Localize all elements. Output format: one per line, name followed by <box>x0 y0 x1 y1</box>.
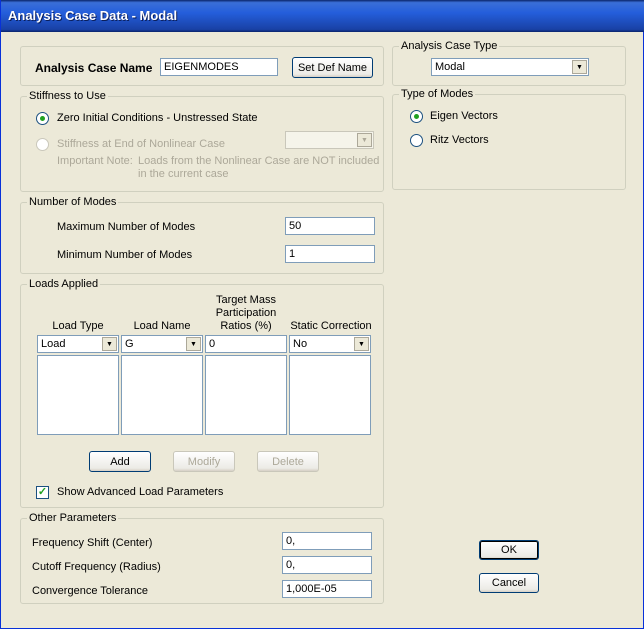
type-modes-group: Type of Modes Eigen Vectors Ritz Vectors <box>392 88 626 190</box>
load-type-combo[interactable]: Load ▼ <box>37 335 119 353</box>
freq-shift-input[interactable]: 0, <box>282 532 372 550</box>
title-bar[interactable]: Analysis Case Data - Modal <box>1 0 644 32</box>
col-load-type: Load Type <box>52 320 104 332</box>
load-type-value: Load <box>41 338 66 350</box>
load-name-combo[interactable]: G ▼ <box>121 335 203 353</box>
important-note-label: Important Note: <box>57 155 133 167</box>
static-correction-combo[interactable]: No ▼ <box>289 335 371 353</box>
case-type-group: Analysis Case Type Modal ▼ <box>392 40 626 86</box>
nonlinear-stiffness-radio[interactable] <box>36 138 49 151</box>
static-correction-list[interactable] <box>289 355 371 435</box>
other-params-group: Other Parameters Frequency Shift (Center… <box>20 512 384 604</box>
zero-initial-radio[interactable] <box>36 112 49 125</box>
target-mass-list[interactable] <box>205 355 287 435</box>
col-target-mass-line1: Target Mass <box>216 294 276 306</box>
cancel-button[interactable]: Cancel <box>479 573 539 593</box>
loads-group: Loads Applied Load Type Load Name Target… <box>20 278 384 508</box>
add-button[interactable]: Add <box>89 451 151 472</box>
load-type-list[interactable] <box>37 355 119 435</box>
nonlinear-stiffness-label[interactable]: Stiffness at End of Nonlinear Case <box>57 138 225 150</box>
convergence-tol-label: Convergence Tolerance <box>32 585 148 597</box>
important-note-line1: Loads from the Nonlinear Case are NOT in… <box>138 155 380 167</box>
zero-initial-label[interactable]: Zero Initial Conditions - Unstressed Sta… <box>57 112 258 124</box>
case-type-value: Modal <box>435 61 465 73</box>
chevron-down-icon: ▼ <box>572 60 587 74</box>
ok-button[interactable]: OK <box>479 540 539 560</box>
min-modes-input[interactable]: 1 <box>285 245 375 263</box>
cutoff-freq-label: Cutoff Frequency (Radius) <box>32 561 161 573</box>
modes-group: Number of Modes Maximum Number of Modes … <box>20 196 384 274</box>
convergence-tol-input[interactable]: 1,000E-05 <box>282 580 372 598</box>
eigen-vectors-radio[interactable] <box>410 110 423 123</box>
max-modes-input[interactable]: 50 <box>285 217 375 235</box>
modify-button[interactable]: Modify <box>173 451 235 472</box>
show-advanced-label[interactable]: Show Advanced Load Parameters <box>57 486 223 498</box>
ritz-vectors-label[interactable]: Ritz Vectors <box>430 134 489 146</box>
set-def-name-button[interactable]: Set Def Name <box>292 57 373 78</box>
case-type-title: Analysis Case Type <box>399 40 500 52</box>
chevron-down-icon: ▼ <box>102 337 117 351</box>
load-name-value: G <box>125 338 134 350</box>
min-modes-label: Minimum Number of Modes <box>57 249 193 261</box>
loads-title: Loads Applied <box>27 278 101 290</box>
dialog-body: Analysis Case Name EIGENMODES Set Def Na… <box>5 32 639 624</box>
load-name-list[interactable] <box>121 355 203 435</box>
static-correction-value: No <box>293 338 308 350</box>
nonlinear-case-combo[interactable]: ▼ <box>285 131 374 149</box>
eigen-vectors-label[interactable]: Eigen Vectors <box>430 110 498 122</box>
cutoff-freq-input[interactable]: 0, <box>282 556 372 574</box>
case-name-label: Analysis Case Name <box>35 61 153 75</box>
case-type-combo[interactable]: Modal ▼ <box>431 58 589 76</box>
col-load-name: Load Name <box>133 320 191 332</box>
modes-title: Number of Modes <box>27 196 119 208</box>
case-name-input[interactable]: EIGENMODES <box>160 58 278 76</box>
col-target-mass-line2: Participation <box>215 307 277 319</box>
important-note-line2: in the current case <box>138 168 229 180</box>
other-params-title: Other Parameters <box>27 512 119 524</box>
ritz-vectors-radio[interactable] <box>410 134 423 147</box>
type-modes-title: Type of Modes <box>399 88 476 100</box>
stiffness-group: Stiffness to Use Zero Initial Conditions… <box>20 90 384 192</box>
freq-shift-label: Frequency Shift (Center) <box>32 537 153 549</box>
stiffness-title: Stiffness to Use <box>27 90 108 102</box>
dialog-window: Analysis Case Data - Modal Analysis Case… <box>0 0 644 629</box>
window-title: Analysis Case Data - Modal <box>8 8 178 23</box>
chevron-down-icon: ▼ <box>186 337 201 351</box>
show-advanced-checkbox[interactable]: ✓ <box>36 486 49 499</box>
delete-button[interactable]: Delete <box>257 451 319 472</box>
chevron-down-icon: ▼ <box>354 337 369 351</box>
chevron-down-icon: ▼ <box>357 133 372 147</box>
col-target-mass-line3: Ratios (%) <box>220 320 272 332</box>
max-modes-label: Maximum Number of Modes <box>57 221 196 233</box>
col-static-correction: Static Correction <box>290 320 372 332</box>
target-mass-input[interactable]: 0 <box>205 335 287 353</box>
case-name-group: Analysis Case Name EIGENMODES Set Def Na… <box>20 46 384 86</box>
